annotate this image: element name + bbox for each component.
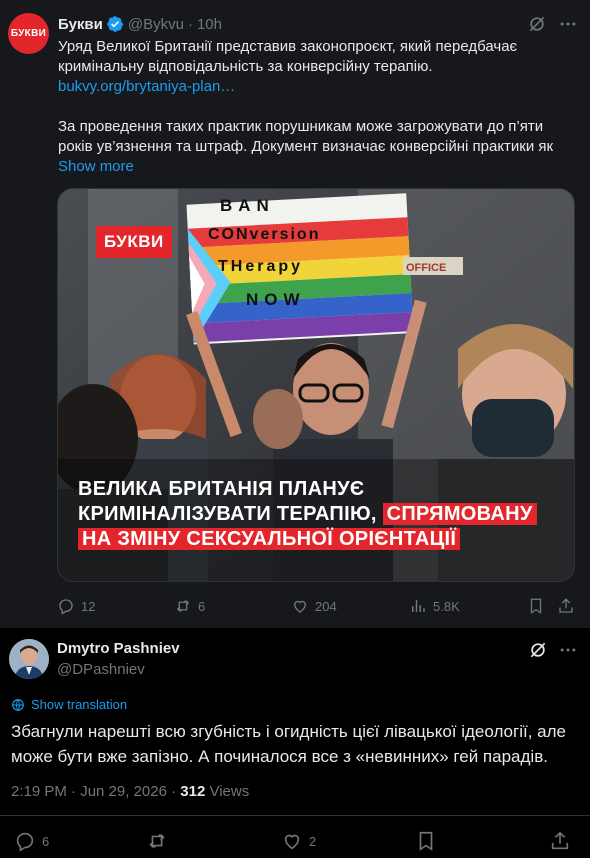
reply-button[interactable]: 6 xyxy=(14,831,50,852)
reply-count: 12 xyxy=(81,598,96,614)
grok-icon[interactable] xyxy=(528,640,548,660)
like-icon xyxy=(294,600,306,613)
avatar[interactable] xyxy=(9,639,49,679)
quoted-tweet-actions: 12 6 204 5.8K xyxy=(0,596,590,618)
article-link[interactable]: bukvy.org/brytaniya-plan… xyxy=(58,78,235,95)
image-headline: ВЕЛИКА БРИТАНІЯ ПЛАНУЄ КРИМІНАЛІЗУВАТИ Т… xyxy=(78,477,558,552)
sign-line: THerapy xyxy=(218,258,303,275)
quoted-tweet-header: Букви @Bykvu · 10h xyxy=(58,13,222,35)
show-translation-label: Show translation xyxy=(31,697,128,712)
like-button[interactable]: 2 xyxy=(281,831,316,851)
divider xyxy=(0,815,590,816)
repost-count: 6 xyxy=(198,598,206,614)
sign-line: BAN xyxy=(220,196,275,215)
sign-line: NOW xyxy=(246,290,306,309)
tweet-timestamp[interactable]: 2:19 PM · Jun 29, 2026 · xyxy=(11,783,176,800)
reply-tweet-actions: 6 2 xyxy=(0,831,590,855)
reply-count: 6 xyxy=(42,833,50,849)
more-icon[interactable] xyxy=(558,14,578,34)
quoted-tweet-text: Уряд Великої Британії представив законоп… xyxy=(58,37,578,177)
tweet-meta: 2:19 PM · Jun 29, 2026 · 312 Views xyxy=(11,783,249,800)
reply-tweet-text: Збагнули нарешті всю згубність і огидніс… xyxy=(11,722,566,766)
share-button[interactable] xyxy=(549,831,577,851)
repost-button[interactable]: 6 xyxy=(174,596,205,616)
like-button[interactable]: 204 xyxy=(291,596,337,616)
avatar-logo-text: БУКВИ xyxy=(10,28,47,39)
bookmark-icon xyxy=(530,598,542,615)
reply-icon xyxy=(59,599,73,615)
quoted-tweet[interactable]: БУКВИ Букви @Bykvu · 10h Уряд Великої Бр… xyxy=(0,0,590,628)
views-count: 5.8K xyxy=(433,598,460,614)
views-button[interactable]: 5.8K xyxy=(409,596,460,616)
office-sign-text: OFFICE xyxy=(406,262,446,274)
author-handle[interactable]: @DPashniev xyxy=(57,661,145,678)
repost-button[interactable] xyxy=(146,831,174,851)
show-translation-link[interactable]: Show translation xyxy=(11,697,127,712)
headline-white-part: ВЕЛИКА БРИТАНІЯ ПЛАНУЄ КРИМІНАЛІЗУВАТИ Т… xyxy=(78,478,377,525)
verified-badge-icon xyxy=(106,15,124,33)
tweet-text-line: Уряд Великої Британії представив законоп… xyxy=(58,38,518,75)
views-label: Views xyxy=(209,783,250,800)
tweet-text-paragraph: За проведення таких практик порушникам м… xyxy=(58,118,554,155)
repost-icon xyxy=(149,833,165,849)
bookmark-icon xyxy=(419,831,433,851)
author-name[interactable]: Dmytro Pashniev xyxy=(57,640,180,657)
bookmark-button[interactable] xyxy=(415,831,443,851)
show-more-link[interactable]: Show more xyxy=(58,158,134,175)
share-icon xyxy=(559,598,573,613)
share-button[interactable] xyxy=(557,596,581,616)
avatar-photo xyxy=(9,639,49,679)
like-count: 2 xyxy=(309,833,317,849)
bukvy-avatar[interactable]: БУКВИ xyxy=(8,13,49,54)
more-icon[interactable] xyxy=(558,640,578,660)
views-number: 312 xyxy=(180,783,206,800)
reply-icon xyxy=(16,832,34,852)
bukvy-logo-badge: БУКВИ xyxy=(96,226,172,258)
like-count: 204 xyxy=(315,598,337,614)
sign-line: CONversion xyxy=(208,226,320,243)
repost-icon xyxy=(176,600,190,612)
views-icon xyxy=(412,600,425,612)
separator: · xyxy=(187,15,193,33)
author-handle[interactable]: @Bykvu xyxy=(128,16,184,33)
reply-button[interactable]: 12 xyxy=(57,596,95,616)
reply-tweet[interactable]: Dmytro Pashniev @DPashniev Show translat… xyxy=(0,628,590,858)
tweet-media-image[interactable]: BAN CONversion THerapy NOW OFFICE БУКВИ … xyxy=(57,188,575,582)
share-icon xyxy=(551,831,569,850)
timestamp[interactable]: 10h xyxy=(197,16,222,33)
author-name[interactable]: Букви xyxy=(58,16,103,33)
translate-icon xyxy=(12,698,24,711)
like-icon xyxy=(284,834,300,850)
grok-icon[interactable] xyxy=(527,14,547,34)
bookmark-button[interactable] xyxy=(527,596,551,616)
